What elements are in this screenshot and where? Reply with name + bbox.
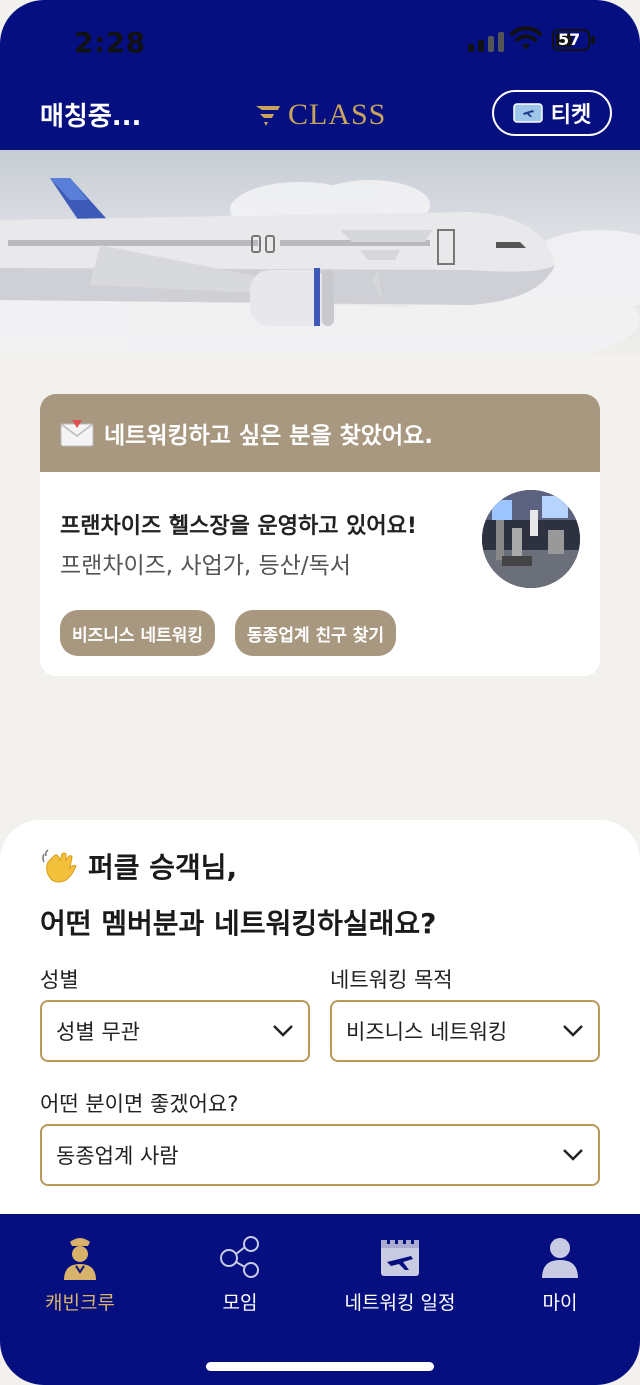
gender-label: 성별 bbox=[40, 968, 79, 992]
person-label: 어떤 분이면 좋겠어요? bbox=[40, 1092, 239, 1116]
tab-label: 네트워킹 일정 bbox=[344, 1292, 456, 1314]
class-logo: CLASS bbox=[254, 98, 386, 132]
tab-label: 캐빈크루 bbox=[45, 1292, 115, 1314]
crew-icon bbox=[64, 1238, 96, 1280]
purpose-select[interactable]: 비즈니스 네트워킹 bbox=[330, 1000, 600, 1062]
purpose-chips: 비즈니스 네트워킹 동종업계 친구 찾기 bbox=[60, 610, 397, 656]
tab-my[interactable]: 마이 bbox=[480, 1234, 640, 1315]
signal-icon bbox=[468, 30, 504, 52]
matching-status: 매칭중... bbox=[40, 102, 142, 132]
tab-label: 마이 bbox=[542, 1292, 578, 1314]
gender-value: 성별 무관 bbox=[56, 1020, 140, 1044]
status-time: 2:28 bbox=[74, 26, 146, 59]
calendar-plane-icon bbox=[381, 1236, 419, 1276]
logo-mark-icon bbox=[256, 106, 280, 126]
ticket-icon bbox=[513, 103, 543, 123]
person-select[interactable]: 동종업계 사람 bbox=[40, 1124, 600, 1186]
battery-icon: 57 bbox=[552, 29, 590, 51]
bottom-tab-bar: 캐빈크루 모임 네트워킹 일정 마이 bbox=[0, 1214, 640, 1385]
tab-networking-schedule[interactable]: 네트워킹 일정 bbox=[320, 1234, 480, 1315]
ticket-button[interactable]: 티켓 bbox=[492, 90, 612, 136]
match-card-heading: 네트워킹하고 싶은 분을 찾았어요. bbox=[104, 423, 433, 449]
profile-icon bbox=[542, 1238, 578, 1278]
status-bar: 2:28 57 bbox=[0, 0, 640, 86]
tab-cabin-crew[interactable]: 캐빈크루 bbox=[0, 1234, 160, 1315]
airplane-banner bbox=[0, 150, 640, 354]
tab-label: 모임 bbox=[222, 1292, 258, 1314]
greeting-line2: 어떤 멤버분과 네트워킹하실래요? bbox=[40, 907, 437, 940]
chip-business-networking: 비즈니스 네트워킹 bbox=[60, 610, 216, 656]
chevron-down-icon bbox=[563, 1149, 583, 1161]
chevron-down-icon bbox=[273, 1025, 293, 1037]
tab-meetup[interactable]: 모임 bbox=[160, 1234, 320, 1315]
match-card-header: 네트워킹하고 싶은 분을 찾았어요. bbox=[40, 394, 600, 472]
preferences-panel: 퍼클 승객님, 어떤 멤버분과 네트워킹하실래요? 성별 네트워킹 목적 성별 … bbox=[0, 820, 640, 1240]
battery-level: 57 bbox=[558, 30, 581, 49]
gender-select[interactable]: 성별 무관 bbox=[40, 1000, 310, 1062]
waving-hand-icon bbox=[42, 849, 77, 883]
purpose-label: 네트워킹 목적 bbox=[330, 968, 453, 992]
member-intro-title: 프랜차이즈 헬스장을 운영하고 있어요! bbox=[60, 514, 417, 539]
chip-same-industry: 동종업계 친구 찾기 bbox=[235, 610, 397, 656]
app-screen: 2:28 57 매칭중... CLASS 티켓 네트워킹하고 싶은 분을 찾았어… bbox=[0, 0, 640, 1385]
member-avatar[interactable] bbox=[482, 490, 580, 588]
chevron-down-icon bbox=[563, 1025, 583, 1037]
ticket-label: 티켓 bbox=[550, 103, 592, 128]
wifi-icon bbox=[510, 26, 542, 50]
top-header: 매칭중... CLASS 티켓 bbox=[0, 86, 640, 150]
purpose-value: 비즈니스 네트워킹 bbox=[346, 1020, 508, 1044]
airplane-illustration bbox=[0, 178, 640, 354]
person-value: 동종업계 사람 bbox=[56, 1144, 179, 1168]
member-tags: 프랜차이즈, 사업가, 등산/독서 bbox=[60, 553, 351, 579]
match-card[interactable]: 네트워킹하고 싶은 분을 찾았어요. 프랜차이즈 헬스장을 운영하고 있어요! … bbox=[40, 394, 600, 676]
envelope-icon bbox=[60, 420, 94, 447]
logo-text: CLASS bbox=[288, 98, 387, 131]
home-indicator bbox=[206, 1362, 434, 1371]
greeting-line1: 퍼클 승객님, bbox=[40, 846, 237, 886]
network-icon bbox=[220, 1236, 259, 1278]
